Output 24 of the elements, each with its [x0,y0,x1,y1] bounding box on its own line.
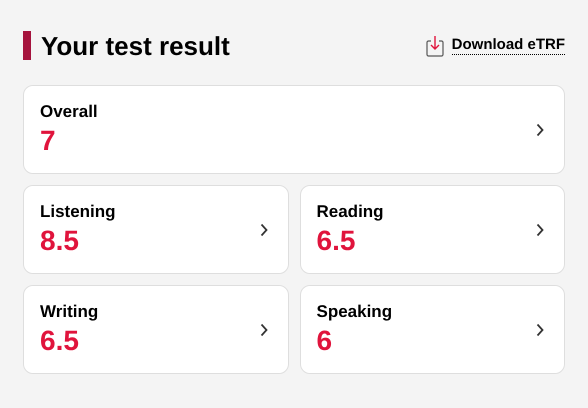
score-value: 6 [316,324,334,358]
download-link[interactable]: Download eTRF [426,34,565,56]
score-card[interactable]: Reading 6.5 [300,185,565,274]
chevron-right-icon [536,322,544,336]
score-value: 8.5 [40,224,80,258]
score-label: Listening [40,201,116,223]
heading-accent-bar [23,31,31,60]
score-card[interactable]: Writing 6.5 [23,285,288,374]
score-value: 6.5 [40,324,80,358]
score-label: Speaking [316,301,392,323]
score-label: Writing [40,301,98,323]
chevron-right-icon [260,222,268,236]
chevron-right-icon [260,322,268,336]
score-card[interactable]: Listening 8.5 [23,185,288,274]
score-value: 7 [40,124,57,158]
chevron-right-icon [536,222,544,236]
page-title: Your test result [41,32,230,58]
download-icon [426,34,444,56]
score-label: Overall [40,101,98,123]
chevron-right-icon [536,122,544,136]
score-value: 6.5 [316,224,356,258]
score-card[interactable]: Speaking 6 [300,285,565,374]
score-card[interactable]: Overall 7 [23,85,565,174]
score-label: Reading [316,201,384,223]
